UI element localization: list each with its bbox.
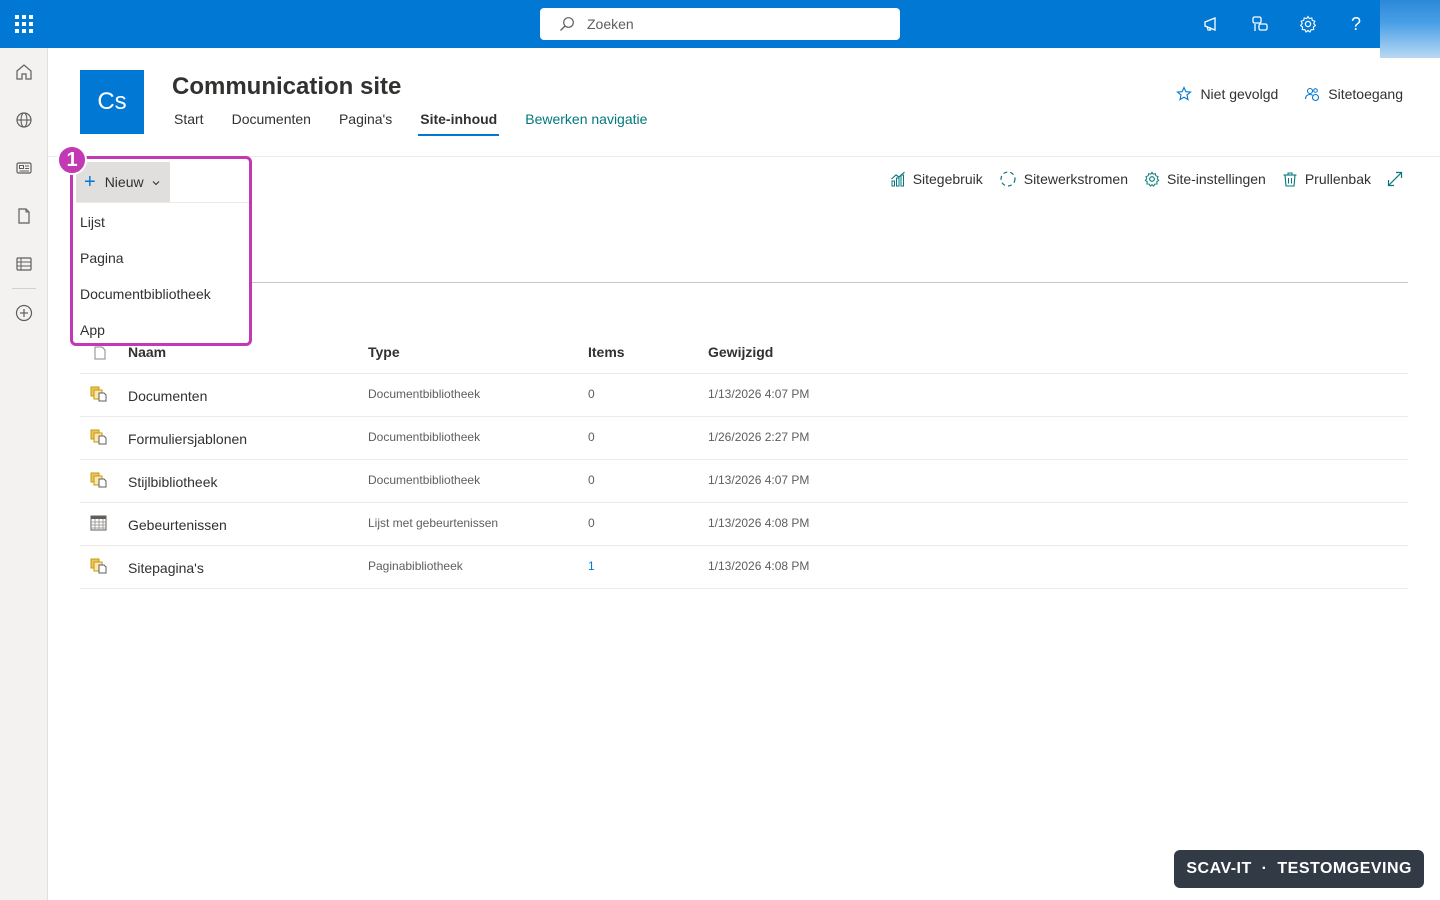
library-icon (90, 429, 108, 450)
nav-paginas[interactable]: Pagina's (337, 110, 394, 136)
table-row[interactable]: Documenten Documentbibliotheek 0 1/13/20… (80, 374, 1408, 417)
new-button[interactable]: + Nieuw (76, 162, 170, 202)
column-header-modified[interactable]: Gewijzigd (708, 344, 773, 360)
menu-item-app[interactable]: App (80, 322, 105, 338)
library-icon (90, 472, 108, 493)
file-type-icon (94, 346, 106, 365)
expand-icon[interactable] (1387, 171, 1410, 187)
suite-bar: Zoeken ? (0, 0, 1440, 58)
app-bar (0, 48, 48, 900)
follow-button[interactable]: Niet gevolgd (1176, 86, 1278, 102)
file-icon[interactable] (0, 192, 48, 240)
row-modified: 1/13/2026 4:08 PM (708, 516, 810, 530)
row-name[interactable]: Sitepagina's (128, 560, 204, 576)
recycle-bin-button[interactable]: Prullenbak (1282, 171, 1371, 187)
site-navigation: Start Documenten Pagina's Site-inhoud Be… (172, 110, 673, 136)
chart-icon (890, 171, 905, 187)
people-icon (1305, 87, 1320, 102)
header-divider (48, 156, 1440, 157)
row-items: 0 (588, 516, 595, 530)
megaphone-icon[interactable] (1188, 0, 1236, 48)
table-row[interactable]: Stijlbibliotheek Documentbibliotheek 0 1… (80, 460, 1408, 503)
recycle-bin-label: Prullenbak (1304, 171, 1371, 187)
avatar[interactable] (1380, 0, 1440, 58)
row-name[interactable]: Formuliersjablonen (128, 431, 247, 447)
news-icon[interactable] (0, 144, 48, 192)
site-usage-label: Sitegebruik (912, 171, 983, 187)
row-items: 0 (588, 430, 595, 444)
menu-item-document-library[interactable]: Documentbibliotheek (80, 286, 211, 302)
row-name[interactable]: Gebeurtenissen (128, 517, 227, 533)
row-items: 0 (588, 473, 595, 487)
site-usage-button[interactable]: Sitegebruik (890, 171, 983, 187)
workflow-icon (1000, 171, 1016, 187)
site-access-button[interactable]: Sitetoegang (1304, 86, 1403, 102)
site-workflows-button[interactable]: Sitewerkstromen (999, 170, 1128, 188)
search-icon (558, 15, 576, 33)
gear-icon (1144, 171, 1160, 187)
add-icon[interactable] (0, 289, 48, 337)
edit-navigation-link[interactable]: Bewerken navigatie (523, 110, 649, 136)
library-icon (90, 558, 108, 579)
nav-documenten[interactable]: Documenten (230, 110, 313, 136)
site-settings-button[interactable]: Site-instellingen (1144, 171, 1266, 187)
command-bar: Sitegebruik Sitewerkstromen Site-instell… (874, 168, 1410, 190)
row-items: 0 (588, 387, 595, 401)
site-workflows-label: Sitewerkstromen (1023, 171, 1128, 187)
chat-icon[interactable] (1236, 0, 1284, 48)
row-modified: 1/26/2026 2:27 PM (708, 430, 810, 444)
row-name[interactable]: Stijlbibliotheek (128, 474, 218, 490)
search-input[interactable]: Zoeken (587, 16, 634, 32)
column-header-items[interactable]: Items (588, 344, 625, 360)
home-icon[interactable] (0, 48, 48, 96)
menu-item-page[interactable]: Pagina (80, 250, 124, 266)
row-type: Documentbibliotheek (368, 473, 481, 487)
table-header: Naam Type Items Gewijzigd (80, 332, 1408, 374)
site-logo[interactable]: Cs (80, 70, 144, 134)
column-header-name[interactable]: Naam (128, 344, 166, 360)
calendar-icon (90, 515, 108, 536)
new-button-label: Nieuw (104, 174, 144, 190)
site-title[interactable]: Communication site (172, 73, 401, 101)
row-type: Lijst met gebeurtenissen (368, 516, 499, 530)
table-row[interactable]: Formuliersjablonen Documentbibliotheek 0… (80, 417, 1408, 460)
gear-icon[interactable] (1284, 0, 1332, 48)
follow-label: Niet gevolgd (1200, 86, 1279, 102)
menu-divider (76, 202, 249, 203)
site-access-label: Sitetoegang (1328, 86, 1403, 102)
nav-start[interactable]: Start (172, 110, 206, 136)
row-type: Documentbibliotheek (368, 387, 481, 401)
help-icon[interactable]: ? (1332, 0, 1380, 48)
row-items: 1 (588, 559, 595, 573)
row-name[interactable]: Documenten (128, 388, 207, 404)
plus-icon: + (84, 171, 96, 193)
row-modified: 1/13/2026 4:08 PM (708, 559, 810, 573)
trash-icon (1283, 172, 1297, 187)
table-row[interactable]: Sitepagina's Paginabibliotheek 1 1/13/20… (80, 546, 1408, 589)
chevron-down-icon (152, 173, 160, 191)
row-type: Paginabibliotheek (368, 559, 463, 573)
search-box[interactable]: Zoeken (540, 8, 900, 40)
star-icon (1176, 86, 1193, 101)
section-divider (80, 282, 1408, 283)
new-menu: + Nieuw Lijst Pagina Documentbibliotheek… (70, 156, 252, 346)
library-icon (90, 386, 108, 407)
site-contents-table: Naam Type Items Gewijzigd Documenten Doc… (80, 332, 1408, 589)
row-type: Documentbibliotheek (368, 430, 481, 444)
step-badge: 1 (57, 145, 87, 175)
nav-site-inhoud[interactable]: Site-inhoud (418, 110, 500, 136)
environment-badge: SCAV-IT · TESTOMGEVING (1174, 850, 1424, 888)
menu-item-list[interactable]: Lijst (80, 214, 105, 230)
lists-icon[interactable] (0, 240, 48, 288)
table-row[interactable]: Gebeurtenissen Lijst met gebeurtenissen … (80, 503, 1408, 546)
app-launcher-icon[interactable] (0, 0, 48, 48)
site-actions: Niet gevolgd Sitetoegang (1150, 86, 1403, 102)
site-settings-label: Site-instellingen (1167, 171, 1266, 187)
column-header-type[interactable]: Type (368, 344, 400, 360)
row-modified: 1/13/2026 4:07 PM (708, 473, 810, 487)
row-modified: 1/13/2026 4:07 PM (708, 387, 810, 401)
globe-icon[interactable] (0, 96, 48, 144)
